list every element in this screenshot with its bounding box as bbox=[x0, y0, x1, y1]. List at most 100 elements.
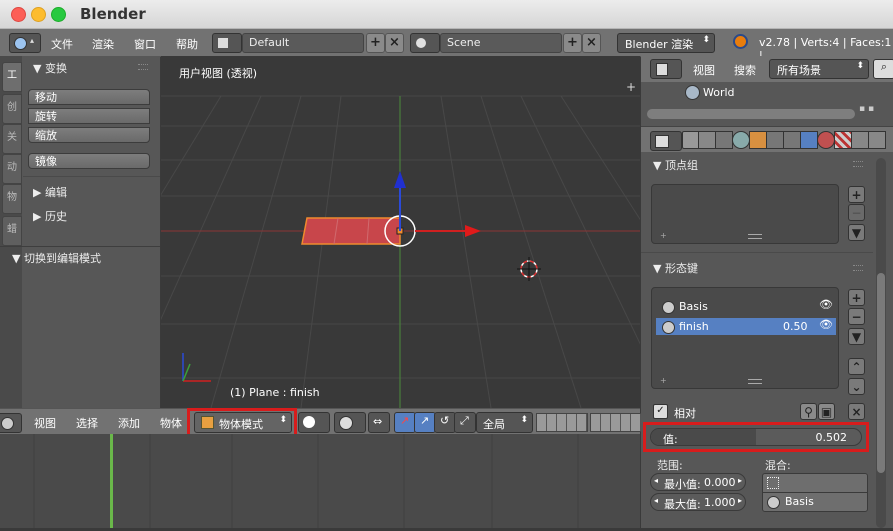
search-icon[interactable]: ⌕ bbox=[873, 59, 893, 79]
3d-viewport[interactable]: 用户视图 (透视) (1) Plane : finish bbox=[161, 56, 640, 408]
modifiers-tab-icon[interactable] bbox=[783, 131, 801, 149]
tab-create[interactable]: 创 bbox=[2, 94, 22, 124]
constraints-tab-icon[interactable] bbox=[766, 131, 784, 149]
move-shape-key-down-button[interactable]: ⌄ bbox=[848, 378, 865, 395]
pivot-point-dropdown[interactable] bbox=[334, 412, 366, 433]
vertex-group-field[interactable] bbox=[762, 473, 868, 493]
add-shape-key-button[interactable]: + bbox=[848, 289, 865, 306]
properties-scrollbar-track[interactable] bbox=[876, 158, 886, 528]
remove-shape-key-button[interactable]: − bbox=[848, 308, 865, 325]
menu-window[interactable]: 窗口 bbox=[134, 36, 156, 52]
menu-object[interactable]: 物体 bbox=[160, 415, 182, 431]
add-vertex-group-button[interactable]: + bbox=[848, 186, 865, 203]
viewport-shading-dropdown[interactable] bbox=[298, 412, 330, 433]
vertex-groups-list[interactable]: + bbox=[651, 184, 839, 244]
properties-scrollbar-thumb[interactable] bbox=[877, 273, 885, 473]
list-resize-grip[interactable] bbox=[748, 379, 762, 384]
rotate-manipulator-toggle[interactable]: ↗ bbox=[414, 412, 436, 433]
transform-panel-header[interactable]: ▼ 变换 bbox=[33, 60, 67, 76]
slider-min-field[interactable]: ◂ 最小值: 0.000 ▸ bbox=[650, 473, 746, 491]
editor-type-selector[interactable] bbox=[650, 131, 682, 151]
edit-panel-header[interactable]: ▶ 编辑 bbox=[33, 184, 67, 200]
outliner-display-mode[interactable]: 所有场景 ⬍ bbox=[769, 59, 869, 79]
world-tab-icon[interactable] bbox=[732, 131, 750, 149]
pin-shape-key-button[interactable]: ⚲ bbox=[800, 403, 817, 420]
clear-shape-keys-button[interactable]: × bbox=[848, 403, 865, 420]
edit-mode-shape-toggle[interactable]: ▣ bbox=[818, 403, 835, 420]
menu-view[interactable]: 视图 bbox=[693, 62, 715, 78]
vertex-groups-panel-header[interactable]: ▼ 顶点组 bbox=[653, 157, 698, 173]
translate-button[interactable]: 移动 bbox=[28, 89, 150, 105]
panel-grip-icon[interactable] bbox=[138, 64, 148, 70]
layer-buttons-2[interactable] bbox=[590, 413, 642, 432]
shape-key-value-slider[interactable]: 值: 0.502 bbox=[650, 428, 862, 446]
operator-panel-header[interactable]: ▼ 切换到编辑模式 bbox=[12, 250, 101, 266]
editor-type-selector[interactable] bbox=[650, 59, 682, 79]
layer-buttons[interactable] bbox=[536, 413, 588, 432]
tab-grease-pencil[interactable]: 蜡 bbox=[2, 216, 22, 246]
minimize-window-button[interactable] bbox=[31, 7, 46, 22]
menu-render[interactable]: 渲染 bbox=[92, 36, 114, 52]
history-panel-header[interactable]: ▶ 历史 bbox=[33, 208, 67, 224]
physics-tab-icon[interactable] bbox=[868, 131, 886, 149]
mirror-button[interactable]: 镜像 bbox=[28, 153, 150, 169]
scene-tab-icon[interactable] bbox=[715, 131, 733, 149]
tab-tools[interactable]: 工 bbox=[2, 62, 22, 92]
screen-layout-field[interactable]: Default bbox=[242, 33, 364, 53]
shape-keys-panel-header[interactable]: ▼ 形态键 bbox=[653, 260, 698, 276]
move-shape-key-up-button[interactable]: ⌃ bbox=[848, 358, 865, 375]
menu-help[interactable]: 帮助 bbox=[176, 36, 198, 52]
texture-tab-icon[interactable] bbox=[834, 131, 852, 149]
shape-keys-list[interactable]: Basis 👁 finish 0.50 👁 + bbox=[651, 287, 839, 389]
interaction-mode-dropdown[interactable]: 物体模式 ⬍ bbox=[194, 412, 292, 433]
remove-scene-button[interactable]: × bbox=[582, 33, 601, 53]
translate-manipulator-toggle[interactable]: ↗ bbox=[394, 412, 416, 433]
tab-physics[interactable]: 物 bbox=[2, 184, 22, 214]
close-window-button[interactable] bbox=[11, 7, 26, 22]
menu-file[interactable]: 文件 bbox=[51, 36, 73, 52]
render-layers-tab-icon[interactable] bbox=[698, 131, 716, 149]
editor-type-selector[interactable] bbox=[0, 413, 22, 433]
remove-vertex-group-button[interactable]: − bbox=[848, 204, 865, 221]
outliner-item-world[interactable]: World bbox=[703, 86, 735, 99]
scale-button[interactable]: 缩放 bbox=[28, 127, 150, 143]
relative-key-field[interactable]: Basis bbox=[762, 492, 868, 512]
material-tab-icon[interactable] bbox=[817, 131, 835, 149]
outliner-scrollbar[interactable] bbox=[647, 109, 855, 119]
menu-search[interactable]: 搜索 bbox=[734, 62, 756, 78]
screen-layout-selector[interactable] bbox=[212, 33, 242, 53]
editor-type-selector[interactable]: ▴ bbox=[9, 33, 41, 53]
scene-field[interactable]: Scene bbox=[440, 33, 562, 53]
scene-selector[interactable] bbox=[410, 33, 440, 53]
manipulator-toggle[interactable]: ⇔ bbox=[368, 412, 390, 433]
add-scene-button[interactable]: + bbox=[563, 33, 582, 53]
rotate-manip-toggle[interactable]: ↺ bbox=[434, 412, 456, 433]
menu-select[interactable]: 选择 bbox=[76, 415, 98, 431]
list-resize-grip[interactable] bbox=[748, 234, 762, 239]
tab-relations[interactable]: 关 bbox=[2, 124, 22, 154]
menu-add[interactable]: 添加 bbox=[118, 415, 140, 431]
scale-manip-toggle[interactable]: ⤢ bbox=[454, 412, 476, 433]
rotate-button[interactable]: 旋转 bbox=[28, 108, 150, 124]
data-tab-icon[interactable] bbox=[800, 131, 818, 149]
shape-key-row-selected[interactable]: finish 0.50 👁 bbox=[656, 318, 836, 335]
shape-key-row[interactable]: Basis 👁 bbox=[656, 298, 836, 315]
eye-icon[interactable]: 👁 bbox=[819, 318, 833, 331]
object-tab-icon[interactable] bbox=[749, 131, 767, 149]
timeline-area[interactable] bbox=[0, 434, 640, 528]
properties-toggle-plus-icon[interactable]: + bbox=[626, 80, 636, 94]
eye-icon[interactable]: 👁 bbox=[819, 298, 833, 311]
particles-tab-icon[interactable] bbox=[851, 131, 869, 149]
tab-animation[interactable]: 动 bbox=[2, 154, 22, 184]
transform-orientation-dropdown[interactable]: 全局 ⬍ bbox=[476, 412, 533, 433]
panel-grip-icon[interactable] bbox=[853, 161, 863, 167]
add-screen-button[interactable]: + bbox=[366, 33, 385, 53]
panel-grip-icon[interactable] bbox=[853, 265, 863, 271]
vertex-group-specials-button[interactable]: ▼ bbox=[848, 224, 865, 241]
menu-view[interactable]: 视图 bbox=[34, 415, 56, 431]
zoom-window-button[interactable] bbox=[51, 7, 66, 22]
slider-max-field[interactable]: ◂ 最大值: 1.000 ▸ bbox=[650, 493, 746, 511]
render-engine-dropdown[interactable]: Blender 渲染 ⬍ bbox=[617, 33, 715, 53]
relative-checkbox[interactable]: ✓ bbox=[653, 404, 668, 419]
shape-key-specials-button[interactable]: ▼ bbox=[848, 328, 865, 345]
